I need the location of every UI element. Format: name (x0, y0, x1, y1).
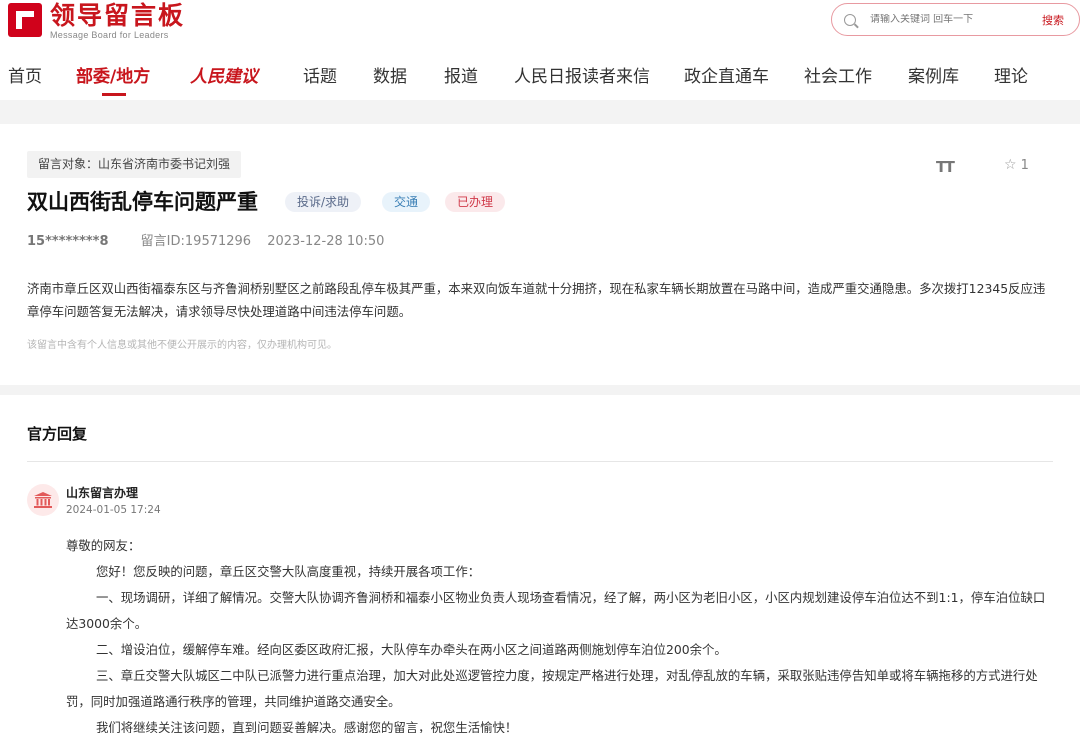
nav-people-suggestions[interactable]: 人民建议 (190, 62, 258, 87)
nav-case-library[interactable]: 案例库 (908, 62, 959, 87)
nav-reader-letters[interactable]: 人民日报读者来信 (514, 62, 650, 87)
message-target: 留言对象：山东省济南市委书记刘强 (27, 151, 242, 178)
tag-category[interactable]: 交通 (382, 192, 431, 212)
message-content: 济南市章丘区双山西街福泰东区与齐鲁涧桥别墅区之前路段乱停车极其严重，本来双向饭车… (27, 281, 1046, 319)
reply-date: 2024-01-05 17:24 (66, 504, 161, 516)
reply-org-name: 山东留言办理 (66, 486, 139, 500)
message-title: 双山西街乱停车问题严重 (27, 190, 258, 214)
message-meta: 15********8 留言ID:19571296 2023-12-28 10:… (27, 230, 384, 249)
reply-paragraph: 三、章丘交警大队城区二中队已派警力进行重点治理，加大对此处巡逻管控力度，按规定严… (66, 668, 1038, 709)
nav-ministries[interactable]: 部委/地方 (76, 62, 150, 96)
favorite-button[interactable]: ☆ 1 (1004, 157, 1029, 173)
reply-paragraph: 我们将继续关注该问题，直到问题妥善解决。感谢您的留言，祝您生活愉快！ (96, 720, 518, 733)
author: 15********8 (27, 234, 109, 249)
reply-paragraph: 一、现场调研，详细了解情况。交警大队协调齐鲁涧桥和福泰小区物业负责人现场查看情况… (66, 590, 1046, 631)
logo-mark-icon (8, 3, 44, 39)
nav-data[interactable]: 数据 (373, 62, 407, 87)
nav-business-express[interactable]: 政企直通车 (684, 62, 769, 87)
search-icon[interactable] (844, 13, 856, 26)
privacy-note: 该留言中含有个人信息或其他不便公开展示的内容，仅办理机构可见。 (27, 340, 337, 351)
reply-paragraph: 二、增设泊位，缓解停车难。经向区委区政府汇报，大队停车办牵头在两小区之间道路两侧… (96, 642, 727, 657)
logo-title: 领导留言板 (50, 1, 186, 30)
nav-topics[interactable]: 话题 (303, 62, 337, 87)
divider (27, 461, 1053, 462)
nav-social-work[interactable]: 社会工作 (804, 62, 872, 87)
reply-paragraph: 您好！您反映的问题，章丘区交警大队高度重视，持续开展各项工作： (96, 564, 481, 579)
government-building-icon (27, 484, 59, 516)
status-badge: 已办理 (445, 192, 506, 212)
main-nav: 首页 部委/地方 人民建议 话题 数据 报道 人民日报读者来信 政企直通车 社会… (0, 60, 1080, 96)
reply-content: 尊敬的网友： 您好！您反映的问题，章丘区交警大队高度重视，持续开展各项工作： 一… (66, 533, 1056, 733)
message-datetime: 2023-12-28 10:50 (267, 234, 385, 249)
site-logo[interactable]: 领导留言板 Message Board for Leaders (8, 2, 185, 40)
search-box: 搜索 (831, 3, 1080, 36)
favorite-count: 1 (1020, 157, 1029, 173)
search-input[interactable] (870, 14, 1020, 25)
nav-theory[interactable]: 理论 (994, 62, 1028, 87)
top-header: 领导留言板 Message Board for Leaders 搜索 首页 部委… (0, 0, 1080, 100)
nav-home[interactable]: 首页 (8, 62, 42, 87)
message-card: 留言对象：山东省济南市委书记刘强 TT ☆ 1 双山西街乱停车问题严重 投诉/求… (0, 124, 1080, 385)
reply-greeting: 尊敬的网友： (66, 538, 141, 553)
message-id: 留言ID:19571296 (140, 234, 252, 249)
logo-subtitle: Message Board for Leaders (50, 30, 169, 40)
star-icon: ☆ (1004, 157, 1017, 173)
reply-section-title: 官方回复 (27, 425, 88, 443)
tag-type[interactable]: 投诉/求助 (285, 192, 362, 212)
font-size-icon[interactable]: TT (936, 158, 955, 176)
nav-reports[interactable]: 报道 (444, 62, 478, 87)
reply-card: 官方回复 山东留言办理 2024-01-05 17:24 尊敬的网友： 您好！您… (0, 395, 1080, 733)
search-button[interactable]: 搜索 (1042, 12, 1064, 28)
